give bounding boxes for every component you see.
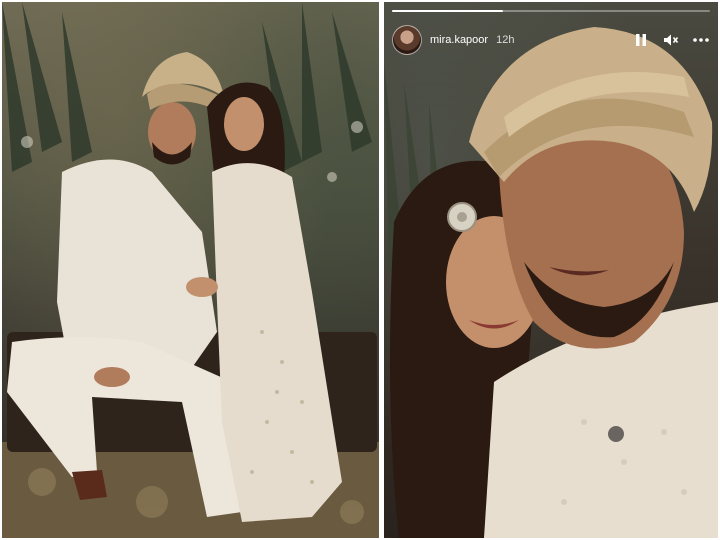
timestamp: 12h [496,34,515,46]
story-header: mira.kapoor 12h [392,24,710,56]
username[interactable]: mira.kapoor [430,34,488,46]
story-controls [632,31,710,49]
story-viewer[interactable]: mira.kapoor 12h [384,2,718,538]
left-photo-illustration [2,2,379,538]
avatar[interactable] [392,25,422,55]
speaker-muted-icon[interactable] [662,31,680,49]
left-photo [2,2,379,538]
story-photo-illustration [384,27,718,538]
story-progress-fill [392,10,504,12]
story-progress-bar [392,10,710,12]
more-options-icon[interactable] [692,31,710,49]
pause-icon[interactable] [632,31,650,49]
